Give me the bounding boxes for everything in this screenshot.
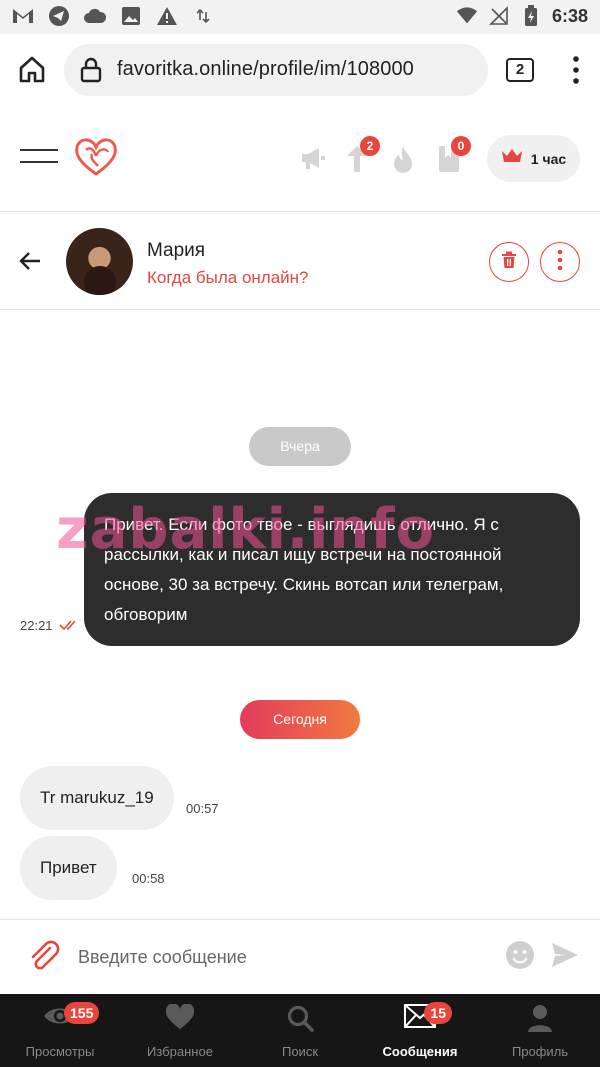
incoming-message[interactable]: Tr marukuz_19	[20, 766, 174, 830]
premium-timer-button[interactable]: 1 час	[487, 135, 580, 182]
contact-avatar[interactable]	[66, 228, 133, 295]
address-bar[interactable]: favoritka.online/profile/im/108000	[64, 44, 488, 96]
views-count-badge: 155	[64, 1002, 100, 1024]
delete-chat-button[interactable]	[489, 242, 529, 282]
emoji-icon[interactable]	[505, 940, 535, 970]
profile-icon	[527, 1004, 553, 1037]
clock: 6:38	[551, 5, 588, 26]
image-icon	[120, 5, 142, 27]
nav-item-search[interactable]: Поиск	[240, 994, 360, 1067]
data-transfer-icon	[192, 5, 214, 27]
nav-label: Профиль	[511, 1044, 569, 1059]
message-list[interactable]: Вчера Привет. Если фото твое - выглядишь…	[0, 311, 600, 919]
battery-icon	[520, 5, 542, 27]
chat-header: Мария Когда была онлайн?	[0, 212, 600, 310]
outgoing-message[interactable]: Привет. Если фото твое - выглядишь отлич…	[84, 493, 580, 646]
site-logo[interactable]	[72, 136, 120, 183]
megaphone-icon[interactable]	[299, 144, 327, 177]
message-time: 00:57	[186, 801, 219, 816]
nav-label: Избранное	[147, 1044, 213, 1059]
chat-options-button[interactable]	[540, 242, 580, 282]
telegram-icon	[48, 5, 70, 27]
hamburger-menu-icon[interactable]	[20, 149, 58, 169]
browser-toolbar: favoritka.online/profile/im/108000 2	[0, 34, 600, 106]
last-online-link[interactable]: Когда была онлайн?	[147, 268, 309, 288]
status-bar: 6:38	[0, 0, 600, 34]
send-icon[interactable]	[551, 942, 579, 973]
date-separator-today: Сегодня	[240, 700, 360, 739]
nav-item-views[interactable]: 155 Просмотры	[0, 994, 120, 1067]
nav-item-messages[interactable]: 15 Сообщения	[360, 994, 480, 1067]
nav-label: Сообщения	[382, 1044, 458, 1059]
read-checkmarks-icon	[59, 618, 79, 636]
search-icon	[286, 1004, 314, 1037]
nav-item-profile[interactable]: Профиль	[480, 994, 600, 1067]
attachment-paperclip-icon[interactable]	[28, 940, 62, 979]
boost-badge: 2	[360, 136, 380, 156]
crown-icon	[501, 147, 523, 170]
message-composer	[0, 919, 600, 994]
lock-icon	[80, 57, 102, 88]
tab-switcher-button[interactable]: 2	[506, 58, 534, 82]
gmail-icon	[12, 5, 34, 27]
warning-icon	[156, 5, 178, 27]
incoming-message[interactable]: Привет	[20, 836, 117, 900]
fire-icon[interactable]	[391, 144, 415, 179]
back-arrow-icon[interactable]	[18, 249, 42, 278]
message-time: 22:21	[20, 618, 53, 633]
site-header: 2 0 1 час	[0, 106, 600, 212]
url-text[interactable]: favoritka.online/profile/im/108000	[117, 58, 414, 81]
trash-icon	[501, 251, 517, 274]
nav-item-favorites[interactable]: Избранное	[120, 994, 240, 1067]
date-separator-yesterday: Вчера	[249, 427, 351, 466]
home-icon[interactable]	[17, 54, 47, 84]
heart-icon	[165, 1003, 195, 1035]
cloud-icon	[84, 5, 106, 27]
nav-label: Поиск	[281, 1044, 319, 1059]
more-menu-icon[interactable]	[565, 54, 587, 86]
no-signal-icon	[488, 5, 510, 27]
contact-name[interactable]: Мария	[147, 240, 205, 262]
nav-label: Просмотры	[25, 1044, 95, 1059]
bookmarks-badge: 0	[451, 136, 471, 156]
premium-label: 1 час	[530, 150, 567, 167]
message-input[interactable]	[78, 942, 488, 972]
more-vertical-icon	[557, 249, 563, 276]
message-time: 00:58	[132, 871, 165, 886]
wifi-icon	[456, 5, 478, 27]
bottom-navigation: 155 Просмотры Избранное Поиск 15 Сообщен…	[0, 994, 600, 1067]
messages-count-badge: 15	[424, 1002, 452, 1024]
